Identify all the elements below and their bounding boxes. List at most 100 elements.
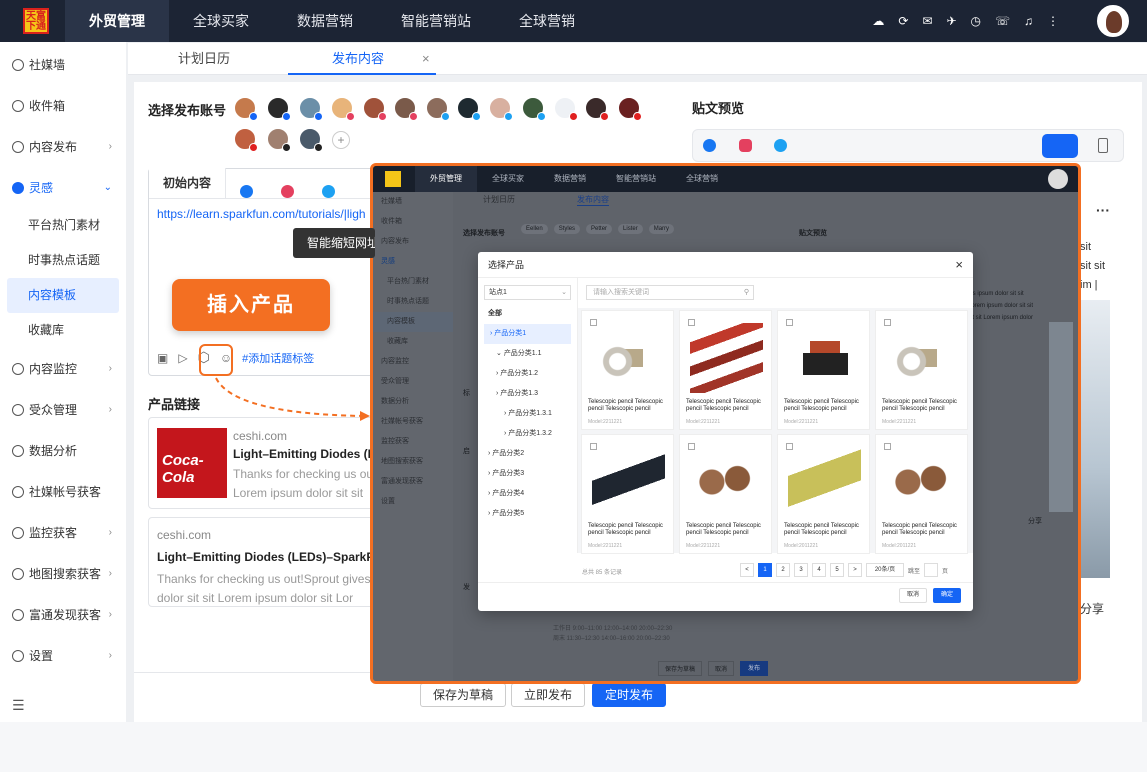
- sidebar-item-map-leads[interactable]: 地图搜索获客 ›: [0, 553, 126, 594]
- tree-item[interactable]: ⌄ 产品分类1.1: [478, 344, 577, 364]
- chat-icon[interactable]: ☏: [995, 14, 1010, 28]
- product-card[interactable]: Telescopic pencil Telescopic pencil Tele…: [777, 310, 870, 430]
- tab-calendar[interactable]: 计划日历: [178, 43, 230, 75]
- tree-item[interactable]: 全部: [478, 304, 577, 324]
- account-avatar[interactable]: [234, 97, 258, 121]
- confirm-button[interactable]: 确定: [933, 588, 962, 603]
- account-avatar[interactable]: [331, 97, 355, 121]
- account-avatar[interactable]: [618, 97, 642, 121]
- sidebar-item-inspiration[interactable]: 灵感 ⌄: [0, 167, 126, 208]
- account-avatar[interactable]: [426, 97, 450, 121]
- jump-input[interactable]: [924, 563, 939, 577]
- save-draft-button[interactable]: 保存为草稿: [420, 683, 507, 707]
- publish-now-button[interactable]: 立即发布: [511, 683, 586, 707]
- tab-initial-content[interactable]: 初始内容: [149, 168, 227, 198]
- account-avatar[interactable]: [585, 97, 609, 121]
- add-hashtag-link[interactable]: #添加话题标签: [242, 350, 314, 366]
- insert-product-callout[interactable]: 插入产品: [172, 279, 330, 331]
- account-avatar[interactable]: [267, 97, 291, 121]
- account-avatar[interactable]: [457, 97, 481, 121]
- account-avatar[interactable]: [234, 128, 258, 152]
- sidebar-sub-hot-materials[interactable]: 平台热门素材: [0, 208, 119, 243]
- sidebar-item-monitor-leads[interactable]: 监控获客 ›: [0, 512, 126, 553]
- url-text[interactable]: https://learn.sparkfun.com/tutorials/|li…: [157, 207, 377, 221]
- sidebar-item-social-wall[interactable]: 社媒墙: [0, 44, 126, 85]
- next-page-button[interactable]: >: [848, 563, 862, 577]
- tree-item[interactable]: › 产品分类3: [478, 464, 577, 484]
- tree-item[interactable]: › 产品分类1.3.1: [478, 404, 577, 424]
- sidebar-sub-favorites[interactable]: 收藏库: [0, 313, 119, 348]
- nav-global-marketing[interactable]: 全球营销: [495, 0, 599, 42]
- page-button[interactable]: 5: [830, 563, 844, 577]
- sidebar-sub-templates[interactable]: 内容模板: [7, 278, 119, 313]
- sidebar-item-audience[interactable]: 受众管理 ›: [0, 389, 126, 430]
- sidebar-item-social-leads[interactable]: 社媒帐号获客: [0, 471, 126, 512]
- account-avatar[interactable]: [267, 128, 291, 152]
- tree-item[interactable]: › 产品分类1.3: [478, 384, 577, 404]
- site-select[interactable]: 站点1 ⌄: [484, 285, 571, 300]
- twitter-icon[interactable]: [322, 185, 336, 198]
- cancel-button[interactable]: 取消: [899, 588, 928, 603]
- sidebar-sub-hot-topics[interactable]: 时事热点话题: [0, 243, 119, 278]
- account-avatar[interactable]: [489, 97, 513, 121]
- account-avatar[interactable]: [394, 97, 418, 121]
- mail-icon[interactable]: ✉: [922, 14, 932, 28]
- account-avatar[interactable]: [299, 128, 323, 152]
- sidebar-item-content-publish[interactable]: 内容发布 ›: [0, 126, 126, 167]
- sidebar-item-content-monitor[interactable]: 内容监控 ›: [0, 348, 126, 389]
- nav-smart-site[interactable]: 智能营销站: [377, 0, 495, 42]
- prev-page-button[interactable]: <: [740, 563, 754, 577]
- tree-item[interactable]: › 产品分类1.2: [478, 364, 577, 384]
- facebook-icon[interactable]: [703, 139, 716, 152]
- clock-icon[interactable]: ◷: [971, 14, 981, 28]
- tree-item[interactable]: › 产品分类5: [478, 504, 577, 524]
- account-avatar[interactable]: [522, 97, 546, 121]
- product-card[interactable]: Telescopic pencil Telescopic pencil Tele…: [777, 434, 870, 554]
- facebook-icon[interactable]: [240, 185, 254, 198]
- sidebar-item-inbox[interactable]: 收件箱: [0, 85, 126, 126]
- product-card[interactable]: Telescopic pencil Telescopic pencil Tele…: [581, 310, 674, 430]
- instagram-icon[interactable]: [739, 139, 752, 152]
- mobile-view-icon[interactable]: [1098, 138, 1108, 153]
- more-vertical-icon[interactable]: ⋮: [1047, 14, 1059, 28]
- tree-item[interactable]: › 产品分类1: [484, 324, 571, 344]
- rocket-icon[interactable]: ✈: [946, 14, 956, 28]
- product-card[interactable]: Telescopic pencil Telescopic pencil Tele…: [875, 434, 968, 554]
- add-account-button[interactable]: +: [332, 131, 350, 149]
- account-avatar[interactable]: [299, 97, 323, 121]
- page-button[interactable]: 3: [794, 563, 808, 577]
- product-card[interactable]: Telescopic pencil Telescopic pencil Tele…: [679, 434, 772, 554]
- close-icon[interactable]: ×: [955, 252, 963, 278]
- close-icon[interactable]: ×: [422, 43, 430, 75]
- image-icon[interactable]: ▣: [157, 351, 168, 365]
- share-button[interactable]: 分享: [1080, 600, 1104, 617]
- page-size-select[interactable]: 20条/页: [866, 563, 904, 577]
- nav-global-buyers[interactable]: 全球买家: [169, 0, 273, 42]
- nav-foreign-trade[interactable]: 外贸管理: [65, 0, 169, 42]
- product-search-input[interactable]: 请输入搜索关键词 ⚲: [586, 285, 754, 300]
- account-avatar[interactable]: [554, 97, 578, 121]
- product-link-card[interactable]: Coca-Cola ceshi.com Light–Emitting Diode…: [148, 417, 378, 509]
- schedule-publish-button[interactable]: 定时发布: [592, 683, 667, 707]
- tree-item[interactable]: › 产品分类1.3.2: [478, 424, 577, 444]
- product-link-card[interactable]: ceshi.com Light–Emitting Diodes (LEDs)–S…: [148, 517, 378, 607]
- page-button[interactable]: 1: [758, 563, 772, 577]
- brand-logo[interactable]: 天富 下通: [23, 8, 49, 34]
- more-icon[interactable]: ···: [1096, 202, 1110, 218]
- account-avatar[interactable]: [363, 97, 387, 121]
- page-button[interactable]: 2: [776, 563, 790, 577]
- desktop-view-icon[interactable]: [1042, 134, 1078, 158]
- refresh-icon[interactable]: ⟳: [898, 14, 908, 28]
- tree-item[interactable]: › 产品分类4: [478, 484, 577, 504]
- sidebar-item-settings[interactable]: 设置 ›: [0, 635, 126, 676]
- product-card[interactable]: Telescopic pencil Telescopic pencil Tele…: [875, 310, 968, 430]
- sidebar-item-discover-leads[interactable]: 富通发现获客 ›: [0, 594, 126, 635]
- page-button[interactable]: 4: [812, 563, 826, 577]
- tab-publish[interactable]: 发布内容 ×: [288, 43, 436, 75]
- tree-item[interactable]: › 产品分类2: [478, 444, 577, 464]
- sidebar-item-analytics[interactable]: 数据分析: [0, 430, 126, 471]
- cloud-icon[interactable]: ☁: [872, 14, 884, 28]
- twitter-icon[interactable]: [774, 139, 787, 152]
- product-card[interactable]: Telescopic pencil Telescopic pencil Tele…: [679, 310, 772, 430]
- user-avatar[interactable]: [1097, 5, 1129, 37]
